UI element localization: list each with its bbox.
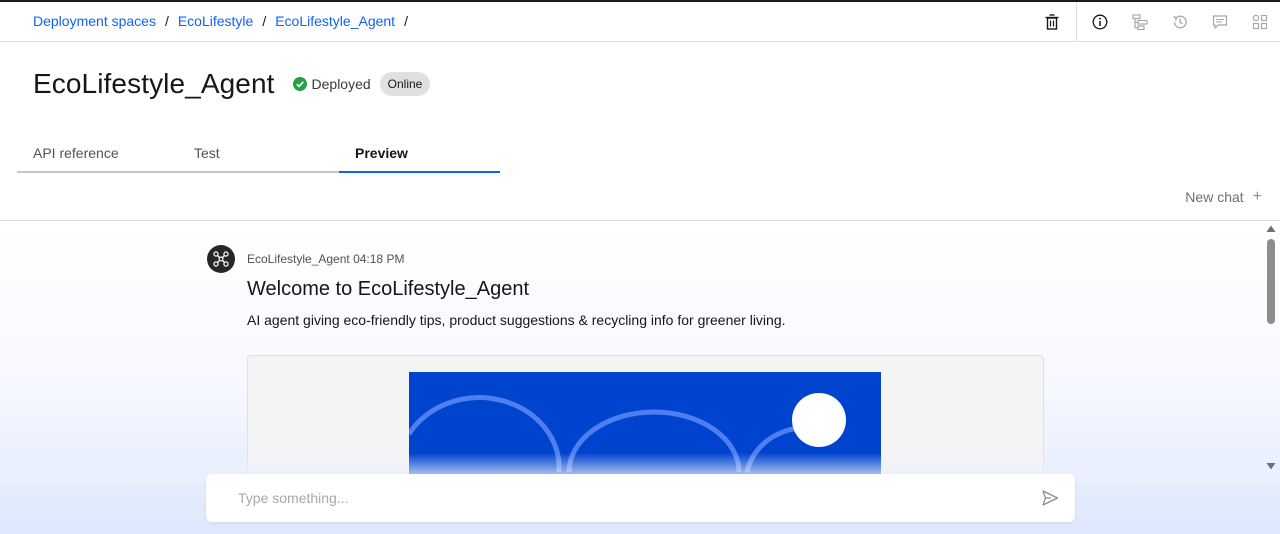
history-icon: [1173, 15, 1187, 29]
info-icon: [1092, 14, 1108, 30]
new-chat-button[interactable]: New chat +: [1185, 188, 1262, 206]
breadcrumb-separator: /: [404, 13, 408, 29]
breadcrumb-ecolifestyle-agent[interactable]: EcoLifestyle_Agent: [275, 13, 395, 29]
scroll-down-arrow-icon[interactable]: [1266, 461, 1276, 471]
tree-icon: [1132, 14, 1148, 30]
toolbar: [1032, 2, 1280, 42]
page-title: EcoLifestyle_Agent: [33, 68, 275, 99]
breadcrumb-separator: /: [164, 13, 169, 29]
message-meta: EcoLifestyle_Agent 04:18 PM: [247, 252, 404, 266]
apps-icon: [1252, 14, 1268, 30]
breadcrumb-ecolifestyle[interactable]: EcoLifestyle: [178, 13, 253, 29]
checkmark-filled-icon: [292, 77, 307, 91]
delete-button[interactable]: [1032, 2, 1072, 42]
deployment-status: Deployed: [292, 76, 371, 92]
header: Deployment spaces / EcoLifestyle / EcoLi…: [0, 2, 1280, 42]
agent-avatar: [207, 245, 235, 273]
history-button[interactable]: [1160, 2, 1200, 42]
tab-api-reference[interactable]: API reference: [17, 136, 178, 173]
apps-button[interactable]: [1240, 2, 1280, 42]
comments-button[interactable]: [1200, 2, 1240, 42]
chat-input[interactable]: [206, 474, 1026, 522]
send-icon[interactable]: [1041, 489, 1059, 507]
chat-area: EcoLifestyle_Agent 04:18 PM Welcome to E…: [0, 221, 1280, 534]
tab-list: API reference Test Preview: [17, 136, 500, 173]
sender-name: EcoLifestyle_Agent: [247, 252, 350, 266]
tab-test[interactable]: Test: [178, 136, 339, 173]
chat-icon: [1212, 15, 1228, 30]
lineage-button[interactable]: [1120, 2, 1160, 42]
scroll-up-arrow-icon[interactable]: [1266, 224, 1276, 234]
toolbar-divider: [1076, 2, 1077, 42]
message-time: 04:18 PM: [353, 252, 405, 266]
chat-scrollbar[interactable]: [1262, 221, 1280, 471]
breadcrumb-deployment-spaces[interactable]: Deployment spaces: [33, 13, 156, 29]
chat-input-container: [206, 474, 1075, 522]
status-text: Deployed: [311, 76, 371, 92]
title-row: EcoLifestyle_Agent Deployed Online: [33, 68, 431, 100]
breadcrumb: Deployment spaces / EcoLifestyle / EcoLi…: [33, 13, 417, 29]
agent-network-icon: [213, 251, 229, 267]
info-button[interactable]: [1080, 2, 1120, 42]
breadcrumb-separator: /: [262, 13, 267, 29]
plus-icon: +: [1252, 188, 1262, 205]
new-chat-label: New chat: [1185, 189, 1244, 205]
tab-preview[interactable]: Preview: [339, 136, 500, 173]
agent-description: AI agent giving eco-friendly tips, produ…: [247, 312, 786, 328]
scroll-thumb[interactable]: [1267, 239, 1275, 324]
welcome-heading: Welcome to EcoLifestyle_Agent: [247, 278, 530, 300]
trash-icon: [1045, 14, 1059, 30]
online-tag: Online: [379, 72, 431, 96]
